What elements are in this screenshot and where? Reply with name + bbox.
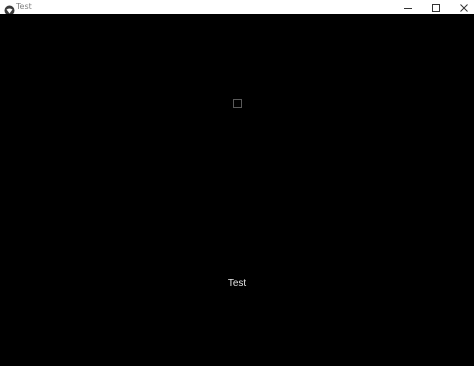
app-logo-icon [4, 1, 15, 16]
app-window: Test Test [0, 0, 474, 366]
window-title: Test [16, 2, 32, 11]
test-label: Test [227, 278, 247, 289]
maximize-button[interactable] [422, 0, 450, 14]
close-button[interactable] [450, 0, 474, 14]
test-checkbox[interactable] [233, 99, 242, 108]
minimize-button[interactable] [394, 0, 422, 14]
title-bar[interactable]: Test [0, 0, 474, 16]
content-area: Test [0, 14, 474, 366]
